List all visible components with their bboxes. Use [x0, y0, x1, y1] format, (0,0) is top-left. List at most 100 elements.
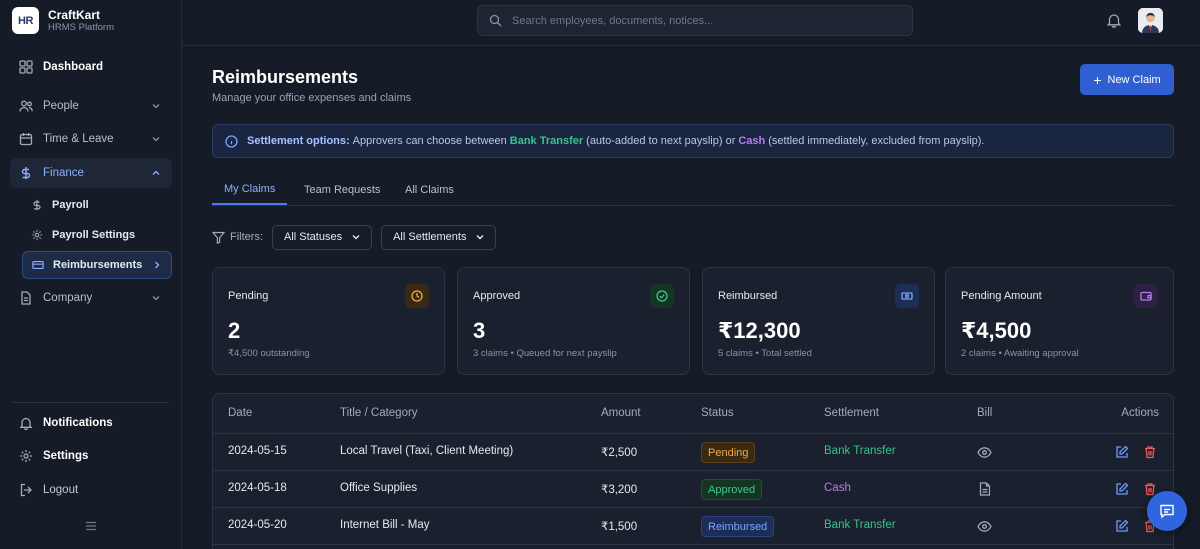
table-row[interactable]: 2024-05-15 Local Travel (Taxi, Client Me…	[213, 434, 1173, 471]
stat-note: ₹4,500 outstanding	[228, 348, 310, 359]
stat-label: Approved	[473, 290, 521, 302]
stat-card-reimbursed: Reimbursed ₹12,300 5 claims • Total sett…	[702, 267, 935, 375]
cell-date: 2024-05-18	[228, 482, 287, 494]
claim-tabs: My Claims Team Requests All Claims	[212, 175, 1174, 206]
sidebar-item-notifications[interactable]: Notifications	[10, 408, 172, 438]
sidebar-item-dashboard[interactable]: Dashboard	[10, 52, 172, 82]
edit-icon[interactable]	[1115, 519, 1129, 533]
status-filter-value: All Statuses	[284, 231, 343, 243]
new-claim-button[interactable]: + New Claim	[1080, 64, 1174, 95]
banner-cash: Cash	[738, 135, 766, 147]
settlement-filter-value: All Settlements	[393, 231, 467, 243]
stat-note: 5 claims • Total settled	[718, 348, 812, 359]
sidebar-item-settings[interactable]: Settings	[10, 441, 172, 471]
table-row[interactable]: 2024-05-20 Internet Bill - May ₹1,500 Re…	[213, 508, 1173, 545]
sidebar-item-time-leave[interactable]: Time & Leave	[10, 124, 172, 154]
edit-icon[interactable]	[1115, 445, 1129, 459]
claims-table: Date Title / Category Amount Status Sett…	[212, 393, 1174, 549]
dashboard-icon	[19, 60, 33, 74]
file-icon[interactable]	[979, 482, 991, 496]
gear-icon	[31, 229, 43, 241]
chevron-down-icon	[476, 235, 484, 240]
check-circle-icon	[650, 284, 674, 308]
stat-note: 2 claims • Awaiting approval	[961, 348, 1079, 359]
card-icon	[32, 259, 44, 271]
header-status[interactable]: Status	[701, 407, 734, 419]
banner-text: Approvers can choose between	[352, 135, 507, 147]
wallet-icon	[1134, 284, 1158, 308]
sidebar-item-label: Payroll	[52, 199, 89, 211]
sidebar-item-finance[interactable]: Finance	[10, 158, 172, 188]
chevron-down-icon	[152, 104, 160, 109]
header-title[interactable]: Title / Category	[340, 407, 418, 419]
banner-bank-transfer: Bank Transfer	[509, 135, 584, 147]
collapse-menu-icon[interactable]	[85, 521, 97, 531]
cell-settlement: Bank Transfer	[824, 445, 896, 457]
chevron-down-icon	[352, 235, 360, 240]
sidebar-item-reimbursements[interactable]: Reimbursements	[22, 251, 172, 279]
status-badge: Pending	[701, 442, 756, 463]
stat-label: Reimbursed	[718, 290, 778, 302]
banknote-icon	[895, 284, 919, 308]
trash-icon[interactable]	[1143, 445, 1157, 459]
topbar	[182, 0, 1200, 46]
sidebar: HR CraftKart HRMS Platform Dashboard Peo…	[0, 0, 182, 549]
logout-icon	[19, 483, 33, 497]
bell-icon[interactable]	[1106, 12, 1122, 28]
cell-date: 2024-05-20	[228, 519, 287, 531]
stat-card-pending-amount: Pending Amount ₹4,500 2 claims • Awaitin…	[945, 267, 1174, 375]
cell-amount: ₹3,200	[601, 484, 638, 496]
banner-text: (auto-added to next payslip) or	[586, 135, 736, 147]
stat-note: 3 claims • Queued for next payslip	[473, 348, 617, 359]
cell-amount: ₹2,500	[601, 447, 638, 459]
status-filter-select[interactable]: All Statuses	[272, 224, 373, 250]
sidebar-item-payroll-settings[interactable]: Payroll Settings	[22, 221, 172, 249]
status-badge: Approved	[701, 479, 763, 500]
eye-icon[interactable]	[977, 446, 992, 459]
gear-icon	[19, 449, 33, 463]
sidebar-item-logout[interactable]: Logout	[10, 475, 172, 505]
status-badge: Reimbursed	[701, 516, 775, 537]
header-amount[interactable]: Amount	[601, 407, 641, 419]
header-actions: Actions	[1121, 407, 1159, 419]
search-icon	[489, 14, 502, 27]
sidebar-item-company[interactable]: Company	[10, 283, 172, 313]
brand-name: CraftKart	[48, 7, 101, 22]
sidebar-item-label: Company	[43, 292, 93, 304]
sidebar-item-label: Logout	[43, 484, 79, 496]
cell-amount: ₹1,500	[601, 521, 638, 533]
chevron-right-icon	[155, 261, 160, 269]
stat-value: ₹4,500	[961, 318, 1032, 343]
search-box[interactable]	[477, 5, 913, 36]
brand-subtitle: HRMS Platform	[48, 21, 114, 33]
header-settlement[interactable]: Settlement	[824, 407, 879, 419]
tab-team-requests[interactable]: Team Requests	[292, 175, 392, 205]
header-date[interactable]: Date	[228, 407, 252, 419]
sidebar-item-payroll[interactable]: Payroll	[22, 191, 172, 219]
table-row[interactable]: 2024-05-18 Office Supplies ₹3,200 Approv…	[213, 471, 1173, 508]
settlement-filter-select[interactable]: All Settlements	[381, 224, 497, 250]
stat-value: ₹12,300	[718, 318, 801, 343]
user-avatar-icon	[1138, 8, 1163, 33]
cell-settlement: Cash	[824, 482, 851, 494]
edit-icon[interactable]	[1115, 482, 1129, 496]
sidebar-item-people[interactable]: People	[10, 91, 172, 121]
tab-my-claims[interactable]: My Claims	[212, 175, 288, 205]
page-subtitle: Manage your office expenses and claims	[212, 92, 412, 104]
info-icon	[225, 134, 238, 148]
stat-label: Pending Amount	[961, 290, 1042, 302]
brand[interactable]: HR CraftKart HRMS Platform	[12, 7, 114, 34]
search-input[interactable]	[512, 14, 892, 27]
cell-title: Office Supplies	[340, 482, 418, 494]
dollar-icon	[19, 166, 33, 180]
stat-value: 2	[228, 318, 241, 343]
avatar[interactable]	[1138, 8, 1163, 33]
sidebar-item-label: Dashboard	[43, 61, 104, 73]
chat-fab-button[interactable]	[1147, 491, 1187, 531]
tab-all-claims[interactable]: All Claims	[393, 175, 466, 205]
plus-icon: +	[1093, 71, 1102, 88]
eye-icon[interactable]	[977, 520, 992, 533]
stat-card-approved: Approved 3 3 claims • Queued for next pa…	[457, 267, 690, 375]
banner-text: (settled immediately, excluded from pays…	[768, 135, 985, 147]
sidebar-divider	[12, 402, 169, 403]
